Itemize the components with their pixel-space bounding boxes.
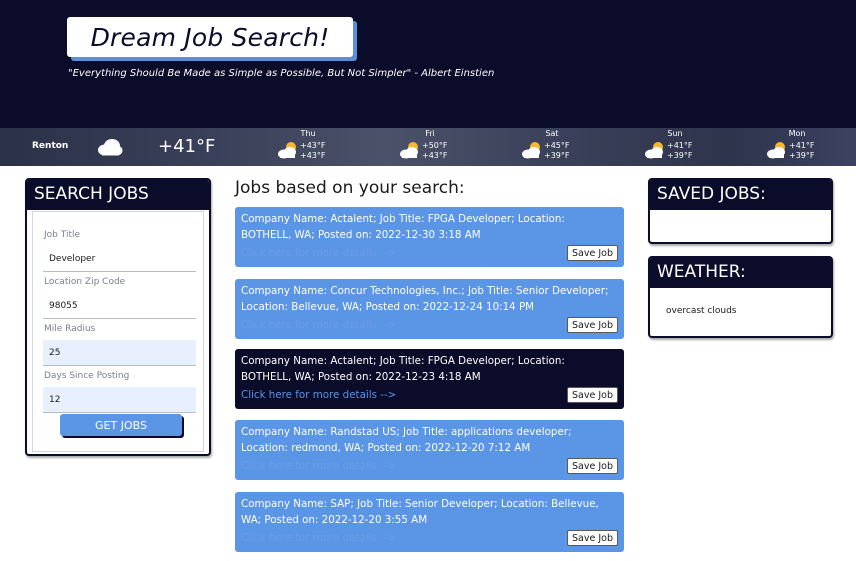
job-card[interactable]: Company Name: SAP; Job Title: Senior Dev… bbox=[235, 492, 624, 552]
days-since-posting-input[interactable] bbox=[43, 387, 196, 413]
search-jobs-panel: SEARCH JOBS Job Title Location Zip Code … bbox=[25, 178, 211, 456]
weather-city: Renton bbox=[32, 141, 69, 151]
job-description: Company Name: Actalent; Job Title: FPGA … bbox=[241, 213, 565, 241]
job-card-selected[interactable]: Company Name: Actalent; Job Title: FPGA … bbox=[235, 349, 624, 409]
job-description: Company Name: Concur Technologies, Inc.;… bbox=[241, 285, 609, 313]
search-jobs-heading: SEARCH JOBS bbox=[27, 180, 209, 210]
current-temperature: +41°F bbox=[158, 136, 216, 157]
job-card[interactable]: Company Name: Concur Technologies, Inc.;… bbox=[235, 279, 624, 339]
forecast-low: +39°F bbox=[789, 151, 815, 160]
partly-cloudy-icon bbox=[521, 141, 543, 163]
forecast-low: +39°F bbox=[544, 151, 570, 160]
cloud-icon bbox=[97, 138, 123, 160]
save-job-button[interactable]: Save Job bbox=[567, 387, 618, 403]
weather-widget-bar: Renton +41°F Thu +43°F +43°F Fri +50°F +… bbox=[0, 128, 856, 166]
forecast-day-name: Mon bbox=[788, 129, 806, 138]
forecast-day-name: Sun bbox=[667, 129, 683, 138]
page-header: Dream Job Search! "Everything Should Be … bbox=[0, 0, 856, 128]
zip-code-label: Location Zip Code bbox=[44, 277, 126, 287]
partly-cloudy-icon bbox=[277, 141, 299, 163]
job-details-link[interactable]: Click here for more details --> bbox=[241, 387, 396, 403]
job-title-input[interactable] bbox=[43, 246, 196, 272]
job-details-link[interactable]: Click here for more details --> bbox=[241, 245, 396, 261]
job-details-link[interactable]: Click here for more details --> bbox=[241, 317, 396, 333]
forecast-high: +43°F bbox=[300, 141, 326, 150]
forecast-day: Thu +43°F +43°F bbox=[273, 129, 343, 165]
save-job-button[interactable]: Save Job bbox=[567, 458, 618, 474]
forecast-day: Sun +41°F +39°F bbox=[640, 129, 710, 165]
job-description: Company Name: Actalent; Job Title: FPGA … bbox=[241, 355, 565, 383]
weather-panel: WEATHER: overcast clouds bbox=[648, 256, 833, 338]
forecast-day-name: Thu bbox=[300, 129, 316, 138]
weather-description: overcast clouds bbox=[666, 306, 737, 316]
forecast-day: Sat +45°F +39°F bbox=[517, 129, 587, 165]
days-since-posting-label: Days Since Posting bbox=[44, 371, 130, 381]
forecast-low: +43°F bbox=[422, 151, 448, 160]
forecast-high: +45°F bbox=[544, 141, 570, 150]
forecast-day: Mon +41°F +39°F bbox=[762, 129, 832, 165]
mile-radius-label: Mile Radius bbox=[44, 324, 96, 334]
partly-cloudy-icon bbox=[399, 141, 421, 163]
get-jobs-button[interactable]: GET JOBS bbox=[60, 414, 182, 436]
save-job-button[interactable]: Save Job bbox=[567, 245, 618, 261]
partly-cloudy-icon bbox=[766, 141, 788, 163]
mile-radius-input[interactable] bbox=[43, 340, 196, 366]
job-title-label: Job Title bbox=[44, 230, 81, 240]
partly-cloudy-icon bbox=[644, 141, 666, 163]
saved-jobs-panel: SAVED JOBS: bbox=[648, 178, 833, 244]
weather-heading: WEATHER: bbox=[650, 258, 831, 288]
job-card[interactable]: Company Name: Randstad US; Job Title: ap… bbox=[235, 420, 624, 480]
save-job-button[interactable]: Save Job bbox=[567, 317, 618, 333]
forecast-day: Fri +50°F +43°F bbox=[395, 129, 465, 165]
forecast-day-name: Fri bbox=[425, 129, 435, 138]
header-quote: "Everything Should Be Made as Simple as … bbox=[68, 68, 495, 79]
job-description: Company Name: SAP; Job Title: Senior Dev… bbox=[241, 498, 599, 526]
app-title: Dream Job Search! bbox=[90, 22, 330, 52]
forecast-high: +41°F bbox=[667, 141, 693, 150]
forecast-day-name: Sat bbox=[545, 129, 559, 138]
job-details-link[interactable]: Click here for more details --> bbox=[241, 530, 396, 546]
save-job-button[interactable]: Save Job bbox=[567, 530, 618, 546]
zip-code-input[interactable] bbox=[43, 293, 196, 319]
forecast-high: +50°F bbox=[422, 141, 448, 150]
forecast-high: +41°F bbox=[789, 141, 815, 150]
forecast-low: +43°F bbox=[300, 151, 326, 160]
forecast-low: +39°F bbox=[667, 151, 693, 160]
app-title-box: Dream Job Search! bbox=[67, 17, 353, 57]
saved-jobs-heading: SAVED JOBS: bbox=[650, 180, 831, 210]
job-details-link[interactable]: Click here for more details --> bbox=[241, 458, 396, 474]
job-description: Company Name: Randstad US; Job Title: ap… bbox=[241, 426, 572, 454]
jobs-results-heading: Jobs based on your search: bbox=[235, 178, 465, 198]
job-card[interactable]: Company Name: Actalent; Job Title: FPGA … bbox=[235, 207, 624, 267]
